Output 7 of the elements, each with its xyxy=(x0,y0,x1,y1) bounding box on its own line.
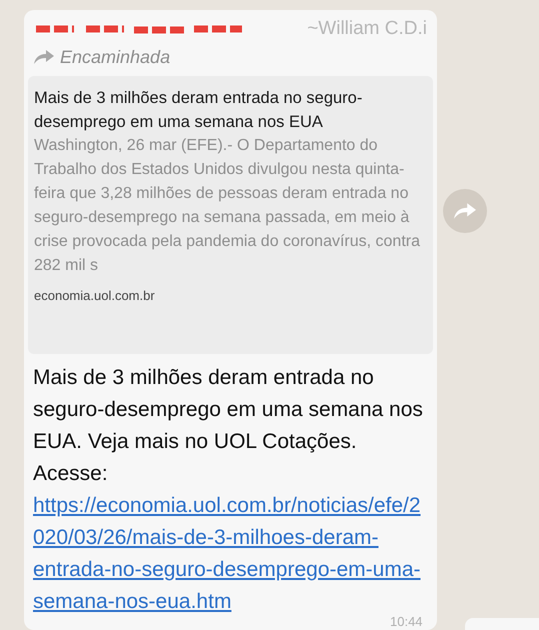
forward-icon xyxy=(454,203,476,219)
sender-name: ~William C.D.i xyxy=(307,16,427,41)
preview-title: Mais de 3 milhões deram entrada no seguro-desemprego em uma semana nos EUA xyxy=(34,88,364,133)
forwarded-label: Encaminhada xyxy=(60,46,170,68)
preview-description: Washington, 26 mar (EFE).- O Departamento do Trabalho dos Estados Unidos divulgou nesta quinta-feira que 3,28 milhões de pessoas deram entrada no seguro-desemprego na semana passada, em meio à crise provocada pela pandemia do coronavírus, contra 282 mil s xyxy=(34,136,421,276)
forward-icon xyxy=(34,50,54,64)
preview-domain: economia.uol.com.br xyxy=(34,287,156,305)
